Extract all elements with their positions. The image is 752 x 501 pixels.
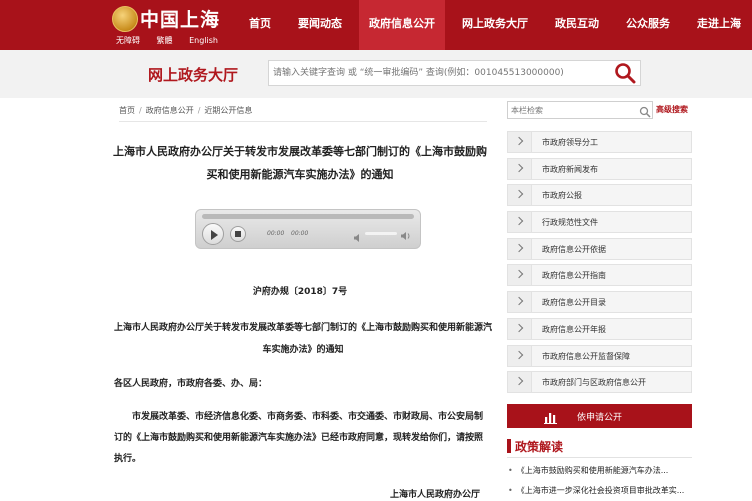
apply-disclosure-label: 依申请公开 — [577, 413, 623, 423]
chevron-right-icon — [508, 345, 532, 366]
chevron-right-icon — [508, 185, 532, 206]
sidebar-item-annual-report[interactable]: 政府信息公开年报 — [507, 317, 692, 340]
chevron-right-icon — [508, 265, 532, 286]
sidebar-item-guide[interactable]: 政府信息公开指南 — [507, 264, 692, 287]
policy-item-label: 《上海市进一步深化社会投资项目审批改革实... — [516, 486, 685, 495]
sidebar-search-box — [507, 101, 653, 119]
breadcrumb-separator: / — [139, 106, 142, 115]
sidebar-item-supervision[interactable]: 市政府信息公开监督保障 — [507, 344, 692, 367]
stop-icon[interactable] — [230, 226, 246, 242]
sidebar-item-gazette[interactable]: 市政府公报 — [507, 184, 692, 207]
bar-chart-icon — [544, 409, 557, 424]
main-nav: 首页 要闻动态 政府信息公开 网上政务大厅 政民互动 公众服务 走进上海 — [239, 0, 752, 50]
bullet: • — [508, 486, 513, 495]
chevron-right-icon — [508, 318, 532, 339]
chevron-right-icon — [508, 292, 532, 313]
sidebar-item-label: 市政府部门与区政府信息公开 — [542, 378, 646, 388]
current-time: 00:00 — [267, 230, 285, 237]
breadcrumb-gov-info[interactable]: 政府信息公开 — [146, 106, 194, 115]
mute-icon[interactable] — [353, 228, 363, 242]
sidebar-item-label: 行政规范性文件 — [542, 218, 598, 228]
section-marker — [507, 439, 511, 453]
sidebar-item-normative-docs[interactable]: 行政规范性文件 — [507, 211, 692, 234]
chevron-right-icon — [508, 212, 532, 233]
site-title: 中国上海 — [140, 9, 221, 31]
chevron-right-icon — [508, 238, 532, 259]
english-link[interactable]: English — [189, 36, 218, 45]
site-logo[interactable]: 中国上海 无障碍 繁體 English — [112, 5, 222, 45]
audio-player: 00:00 00:00 — [195, 209, 421, 249]
policy-item-label: 《上海市鼓励购买和使用新能源汽车办法... — [516, 466, 669, 475]
bullet: • — [508, 466, 513, 475]
sidebar-item-catalog[interactable]: 政府信息公开目录 — [507, 291, 692, 314]
breadcrumb-separator: / — [197, 106, 201, 115]
nav-online-hall[interactable]: 网上政务大厅 — [452, 0, 538, 50]
breadcrumb: 首页 / 政府信息公开 / 近期公开信息 — [119, 105, 252, 116]
search-icon[interactable] — [612, 61, 638, 85]
divider — [119, 121, 487, 122]
traditional-chinese-link[interactable]: 繁體 — [157, 36, 173, 45]
sidebar-item-press[interactable]: 市政府新闻发布 — [507, 157, 692, 180]
sidebar-item-label: 市政府公报 — [542, 191, 582, 201]
article-signature: 上海市人民政府办公厅 — [390, 490, 481, 500]
lang-links: 无障碍 繁體 English — [116, 35, 232, 46]
hall-search-input[interactable] — [273, 64, 603, 82]
policy-section-title: 政策解读 — [515, 440, 564, 454]
online-hall-title[interactable]: 网上政务大厅 — [148, 64, 238, 85]
sidebar-item-label: 政府信息公开目录 — [542, 298, 606, 308]
volume-slider[interactable] — [365, 232, 397, 235]
nav-gov-info[interactable]: 政府信息公开 — [359, 0, 445, 50]
article-body: 市发展改革委、市经济信息化委、市商务委、市科委、市交通委、市财政局、市公安局制订… — [114, 412, 484, 464]
audio-progress-track[interactable] — [202, 214, 414, 219]
advanced-search-link[interactable]: 高级搜索 — [656, 104, 688, 115]
nav-news[interactable]: 要闻动态 — [288, 0, 352, 50]
chevron-right-icon — [508, 372, 532, 393]
policy-item[interactable]: • 《上海市鼓励购买和使用新能源汽车办法... — [508, 465, 694, 476]
breadcrumb-recent[interactable]: 近期公开信息 — [204, 106, 252, 115]
sidebar-item-departments[interactable]: 市政府部门与区政府信息公开 — [507, 371, 692, 394]
top-nav-bar: 中国上海 无障碍 繁體 English 首页 要闻动态 政府信息公开 网上政务大… — [0, 0, 752, 50]
total-time: 00:00 — [291, 230, 309, 237]
volume-icon[interactable] — [400, 227, 412, 240]
document-number: 沪府办规〔2018〕7号 — [252, 287, 348, 297]
sidebar-item-label: 市政府信息公开监督保障 — [542, 351, 630, 361]
sidebar-item-basis[interactable]: 政府信息公开依据 — [507, 237, 692, 260]
search-icon[interactable] — [639, 103, 651, 118]
sidebar-item-leaders[interactable]: 市政府领导分工 — [507, 131, 692, 153]
nav-interaction[interactable]: 政民互动 — [545, 0, 609, 50]
nav-public-service[interactable]: 公众服务 — [616, 0, 680, 50]
article-greeting: 各区人民政府，市政府各委、办、局： — [114, 379, 268, 389]
sidebar-item-label: 政府信息公开依据 — [542, 244, 606, 254]
accessibility-link[interactable]: 无障碍 — [116, 36, 140, 45]
sidebar-item-label: 市政府新闻发布 — [542, 164, 598, 174]
hall-search-box — [268, 60, 641, 86]
policy-item[interactable]: • 《上海市进一步深化社会投资项目审批改革实... — [508, 485, 694, 496]
sidebar-search-input[interactable] — [511, 103, 631, 117]
nav-home[interactable]: 首页 — [239, 0, 281, 50]
sidebar-item-label: 政府信息公开年报 — [542, 324, 606, 334]
chevron-right-icon — [508, 132, 532, 152]
sidebar-item-label: 市政府领导分工 — [542, 138, 598, 147]
sidebar-item-label: 政府信息公开指南 — [542, 271, 606, 281]
chevron-right-icon — [508, 158, 532, 179]
nav-about-shanghai[interactable]: 走进上海 — [687, 0, 751, 50]
emblem-icon — [112, 6, 138, 32]
apply-disclosure-button[interactable]: 依申请公开 — [507, 404, 692, 428]
breadcrumb-home[interactable]: 首页 — [119, 106, 135, 115]
article-subtitle: 上海市人民政府办公厅关于转发市发展改革委等七部门制订的《上海市鼓励购买和使用新能… — [113, 323, 492, 355]
article-title: 上海市人民政府办公厅关于转发市发展改革委等七部门制订的《上海市鼓励购买和使用新能… — [113, 145, 487, 181]
play-icon[interactable] — [202, 223, 224, 245]
sidebar-menu: 市政府领导分工 市政府新闻发布 市政府公报 行政规范性文件 政府信息公开依据 政… — [507, 131, 692, 398]
divider — [507, 457, 692, 458]
